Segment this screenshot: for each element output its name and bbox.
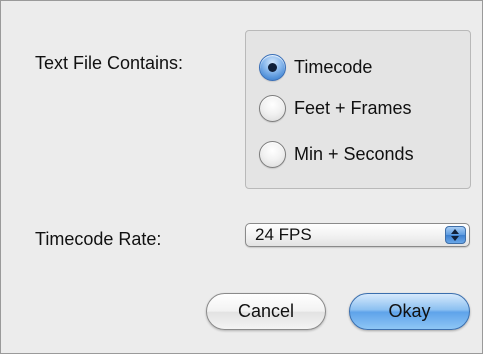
radio-label-feet-frames: Feet + Frames xyxy=(294,97,412,118)
okay-button[interactable]: Okay xyxy=(349,293,470,330)
radio-option-min-seconds[interactable]: Min + Seconds xyxy=(259,140,414,168)
radio-button-timecode[interactable] xyxy=(259,53,286,81)
cancel-button[interactable]: Cancel xyxy=(206,293,326,330)
radio-option-feet-frames[interactable]: Feet + Frames xyxy=(259,94,412,122)
radio-button-min-seconds[interactable] xyxy=(259,140,286,168)
radio-label-min-seconds: Min + Seconds xyxy=(294,143,414,164)
radio-button-feet-frames[interactable] xyxy=(259,94,286,122)
text-file-contains-label: Text File Contains: xyxy=(35,53,184,73)
timecode-rate-label: Timecode Rate: xyxy=(35,229,162,249)
dialog: Text File Contains: Timecode Feet + Fram… xyxy=(0,0,483,354)
timecode-rate-select[interactable]: 24 FPS xyxy=(245,223,470,247)
radio-label-timecode: Timecode xyxy=(294,56,373,77)
radio-option-timecode[interactable]: Timecode xyxy=(259,53,372,81)
timecode-rate-value: 24 FPS xyxy=(255,225,312,244)
up-down-arrows-icon[interactable] xyxy=(445,226,466,244)
